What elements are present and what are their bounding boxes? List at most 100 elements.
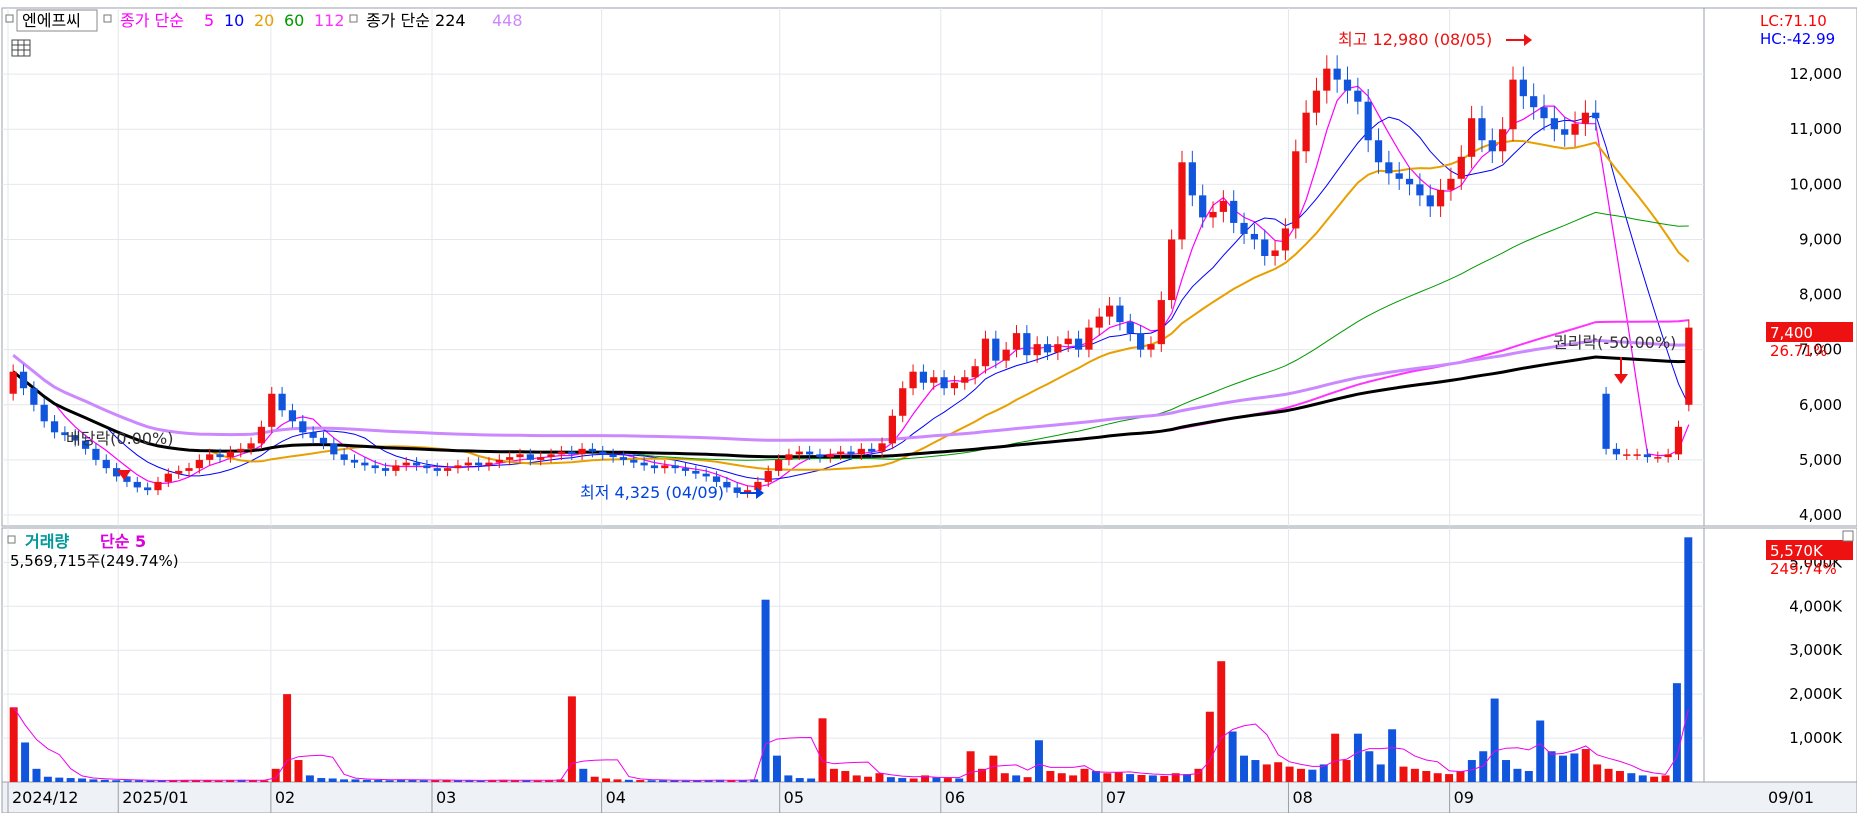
candle-body (1333, 68, 1341, 80)
volume-close-icon[interactable] (1842, 530, 1854, 542)
candle-body (175, 470, 183, 474)
volume-bar (1490, 698, 1499, 782)
candle-body (1581, 112, 1590, 124)
volume-tick-label: 3,000K (1789, 641, 1843, 659)
candle-body (1261, 239, 1269, 256)
volume-bar (1547, 751, 1556, 782)
ma2-label: 종가 단순 224 (366, 11, 466, 30)
volume-bar (852, 775, 861, 782)
volume-bar (1627, 773, 1636, 782)
candle-body (1664, 454, 1672, 458)
candle-body (619, 457, 628, 460)
candle-body (847, 451, 855, 455)
volume-bar (294, 760, 303, 782)
hc-readout: HC:-42.99 (1760, 30, 1835, 48)
volume-bar (1388, 729, 1397, 782)
volume-bar (66, 778, 75, 782)
x-axis-label: 2024/12 (12, 788, 78, 807)
volume-value: 5,569,715주(249.74%) (10, 552, 179, 570)
volume-bar (214, 780, 223, 782)
volume-bar (909, 778, 918, 782)
candle-body (599, 451, 607, 455)
volume-bar (1137, 774, 1146, 782)
table-icon[interactable] (11, 39, 31, 57)
ma-label: 종가 단순 (120, 11, 184, 30)
volume-bar (1319, 764, 1328, 782)
volume-bar (1296, 768, 1305, 782)
volume-bar (1240, 755, 1249, 782)
x-axis-label: 03 (436, 788, 456, 807)
legend-toggle-icon[interactable] (5, 14, 14, 23)
candle-body (950, 382, 959, 389)
volume-bar (1593, 764, 1602, 782)
candle-body (1064, 338, 1072, 345)
volume-tick-label: 1,000K (1789, 729, 1843, 747)
volume-bar (989, 755, 998, 782)
candle-body (1550, 118, 1558, 130)
candle-body (1012, 333, 1021, 350)
volume-bar (590, 776, 599, 782)
candle-body (350, 459, 359, 463)
volume-change: 249.74% (1770, 560, 1837, 578)
candle-body (1095, 316, 1103, 328)
candle-body (381, 468, 390, 471)
volume-bar (1559, 755, 1567, 782)
stock-name[interactable]: 엔에프씨 (22, 11, 81, 30)
volume-bar (864, 776, 873, 782)
volume-bar (32, 768, 41, 782)
volume-bar (875, 773, 884, 782)
candle-body (237, 448, 245, 452)
candle-body (1519, 79, 1527, 97)
volume-bar (1205, 711, 1214, 782)
candle-body (1592, 112, 1600, 119)
candle-body (1168, 239, 1176, 301)
volume-bar (1285, 766, 1294, 782)
candle-body (1405, 178, 1414, 185)
volume-bar (305, 775, 314, 782)
volume-ma-label: 단순 5 (100, 532, 146, 551)
candle-body (630, 459, 638, 463)
volume-bar (818, 718, 827, 782)
volume-bar (772, 755, 781, 782)
candle-body (1271, 250, 1279, 256)
ma2-toggle-icon[interactable] (349, 14, 358, 23)
candle-body (1488, 140, 1496, 152)
candle-body (1509, 79, 1517, 130)
candle-body (464, 462, 472, 466)
volume-bar (1012, 775, 1021, 782)
volume-bar (1262, 764, 1271, 782)
candle-body (516, 454, 524, 458)
volume-bar (1570, 753, 1579, 782)
candle-body (1530, 96, 1538, 108)
x-axis-label: 09 (1454, 788, 1474, 807)
volume-bar (602, 778, 611, 782)
volume-bar (1217, 661, 1226, 782)
candle-body (475, 462, 483, 466)
candle-body (1230, 200, 1238, 223)
candle-body (1354, 90, 1362, 102)
volume-bar (966, 751, 975, 782)
volume-bar (1524, 771, 1533, 782)
candle-body (826, 454, 834, 458)
stock-chart[interactable]: 4,0005,0006,0007,0008,0009,00010,00011,0… (0, 0, 1857, 813)
x-axis-label: 02 (275, 788, 295, 807)
volume-bar (1376, 764, 1385, 782)
volume-bar (89, 779, 98, 782)
volume-toggle-icon[interactable] (7, 535, 16, 544)
volume-bar (340, 779, 349, 782)
volume-bar (1410, 768, 1419, 782)
candle-body (423, 465, 431, 469)
volume-bar (419, 780, 428, 782)
candle-body (1436, 189, 1445, 207)
candle-body (1240, 222, 1248, 234)
volume-bar (1091, 771, 1100, 782)
volume-bar (636, 780, 645, 782)
ma-toggle-icon[interactable] (103, 14, 112, 23)
candle-body (1002, 349, 1010, 361)
ma-period-112: 112 (314, 11, 345, 30)
candle-body (671, 465, 679, 469)
candle-body (257, 426, 266, 444)
candle-body (1043, 344, 1052, 353)
candle-body (526, 454, 534, 460)
candle-body (1209, 211, 1217, 218)
